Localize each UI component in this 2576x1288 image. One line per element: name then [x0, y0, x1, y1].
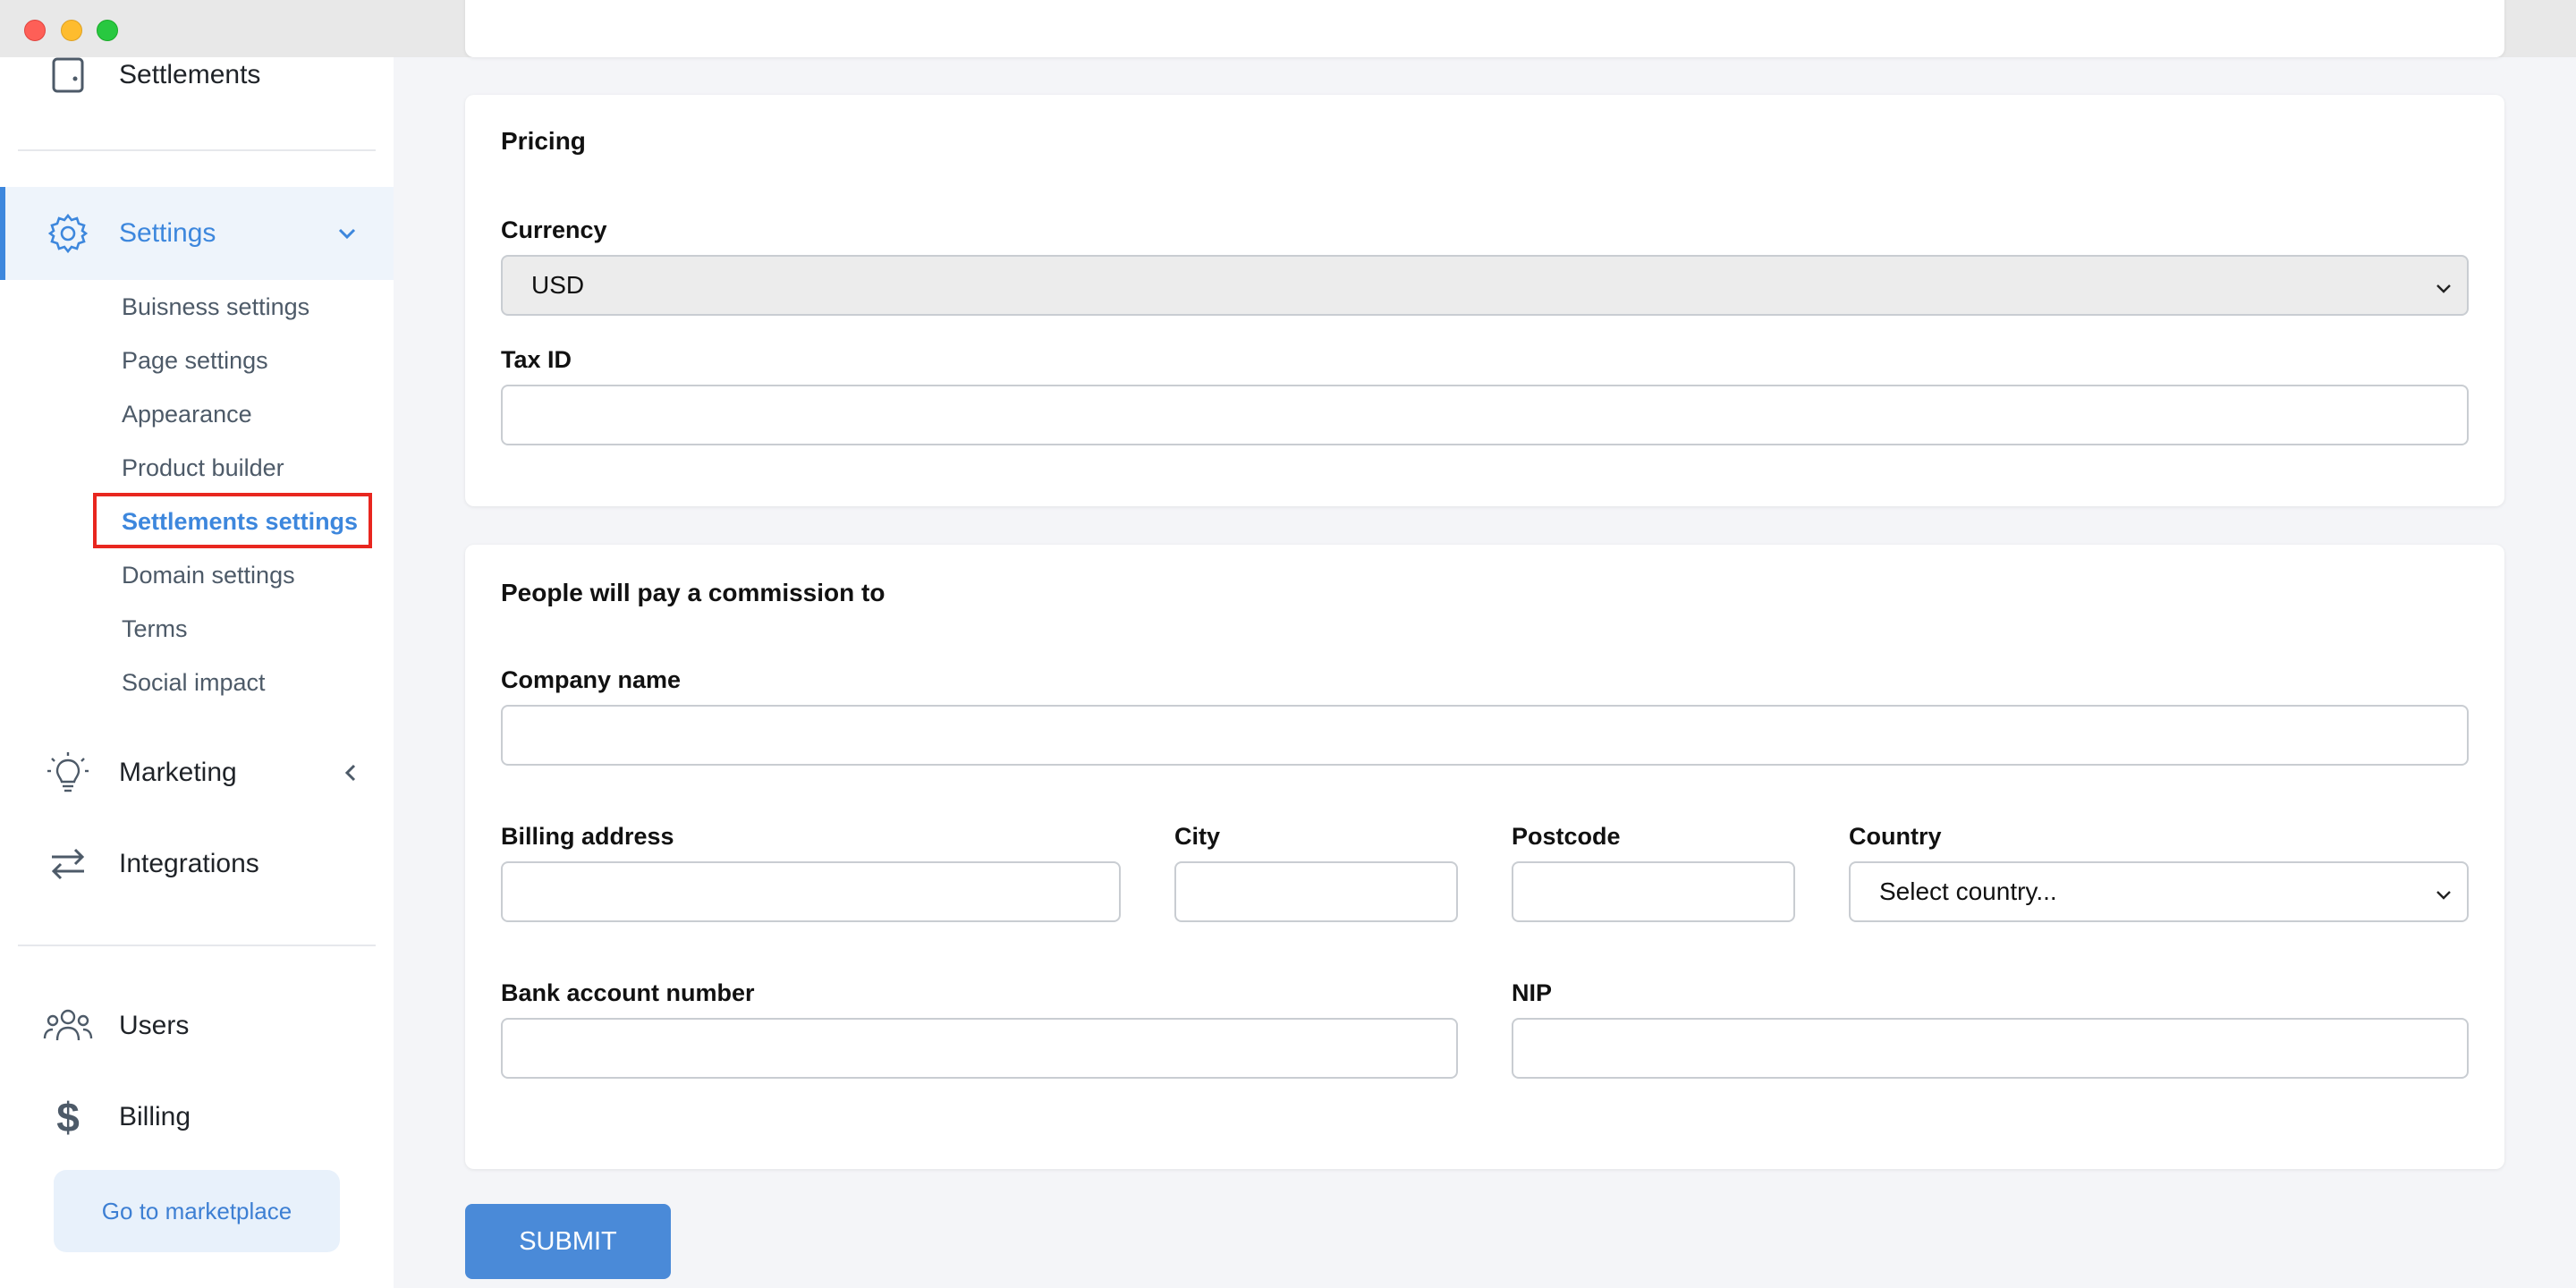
users-icon: [43, 1001, 93, 1051]
lightbulb-icon: [43, 748, 93, 798]
sidebar-item-label: Billing: [119, 1102, 191, 1131]
sidebar-item-label: Settlements: [119, 60, 261, 89]
company-name-input[interactable]: [501, 705, 2469, 766]
sidebar-item-label: Integrations: [119, 849, 259, 878]
sidebar-item-label: Settings: [119, 218, 216, 248]
gear-icon: [43, 208, 93, 258]
country-select[interactable]: Select country...: [1849, 861, 2469, 922]
country-label: Country: [1849, 823, 1942, 850]
commission-card: People will pay a commission to Company …: [465, 545, 2504, 1169]
chevron-down-icon: [2433, 883, 2454, 911]
currency-label: Currency: [501, 216, 607, 243]
svg-text:$: $: [56, 1094, 80, 1140]
billing-address-input[interactable]: [501, 861, 1121, 922]
dollar-icon: $: [43, 1092, 93, 1142]
billing-address-label: Billing address: [501, 823, 674, 850]
company-name-label: Company name: [501, 666, 682, 693]
tax-id-input[interactable]: [501, 385, 2469, 445]
previous-card: [465, 0, 2504, 57]
sidebar-item-label: Users: [119, 1011, 190, 1040]
nip-label: NIP: [1512, 979, 1553, 1006]
sidebar: Settlements Settings Buisness settings P…: [0, 57, 394, 1288]
sidebar-item-marketing[interactable]: Marketing: [0, 741, 394, 805]
maximize-window-button[interactable]: [97, 20, 118, 41]
sidebar-subitem-domain-settings[interactable]: Domain settings: [122, 562, 295, 589]
country-value: Select country...: [1879, 877, 2057, 905]
wallet-icon: [43, 57, 93, 100]
sidebar-subitem-social-impact[interactable]: Social impact: [122, 669, 266, 697]
bank-account-label: Bank account number: [501, 979, 755, 1006]
card-title: People will pay a commission to: [501, 579, 886, 606]
city-label: City: [1174, 823, 1221, 850]
chevron-down-icon: [2433, 276, 2454, 305]
sidebar-subitem-terms[interactable]: Terms: [122, 615, 188, 643]
sidebar-item-settings[interactable]: Settings: [0, 187, 394, 280]
postcode-label: Postcode: [1512, 823, 1621, 850]
sidebar-item-users[interactable]: Users: [0, 994, 394, 1058]
card-title: Pricing: [501, 127, 586, 155]
city-input[interactable]: [1174, 861, 1458, 922]
chevron-left-icon[interactable]: [338, 760, 363, 790]
currency-value: USD: [531, 271, 585, 299]
currency-select[interactable]: USD: [501, 255, 2469, 316]
sidebar-subitem-appearance[interactable]: Appearance: [122, 401, 252, 428]
submit-button[interactable]: SUBMIT: [465, 1204, 671, 1279]
postcode-input[interactable]: [1512, 861, 1795, 922]
sidebar-item-billing[interactable]: $ Billing: [0, 1085, 394, 1149]
pricing-card: Pricing Currency USD Tax ID: [465, 95, 2504, 506]
nip-input[interactable]: [1512, 1018, 2469, 1079]
arrows-swap-icon: [43, 839, 93, 889]
sidebar-subitem-business-settings[interactable]: Buisness settings: [122, 293, 309, 321]
sidebar-divider: [18, 945, 376, 946]
bank-account-input[interactable]: [501, 1018, 1458, 1079]
highlight-box: [93, 493, 372, 548]
chevron-down-icon[interactable]: [335, 221, 360, 250]
active-indicator: [0, 187, 5, 280]
minimize-window-button[interactable]: [61, 20, 82, 41]
tax-id-label: Tax ID: [501, 346, 572, 373]
sidebar-item-settlements[interactable]: Settlements: [0, 57, 394, 107]
sidebar-subitem-product-builder[interactable]: Product builder: [122, 454, 284, 482]
sidebar-subitem-page-settings[interactable]: Page settings: [122, 347, 268, 375]
sidebar-divider: [18, 149, 376, 151]
go-to-marketplace-button[interactable]: Go to marketplace: [54, 1170, 340, 1252]
close-window-button[interactable]: [24, 20, 46, 41]
sidebar-item-integrations[interactable]: Integrations: [0, 832, 394, 896]
sidebar-item-label: Marketing: [119, 758, 237, 787]
